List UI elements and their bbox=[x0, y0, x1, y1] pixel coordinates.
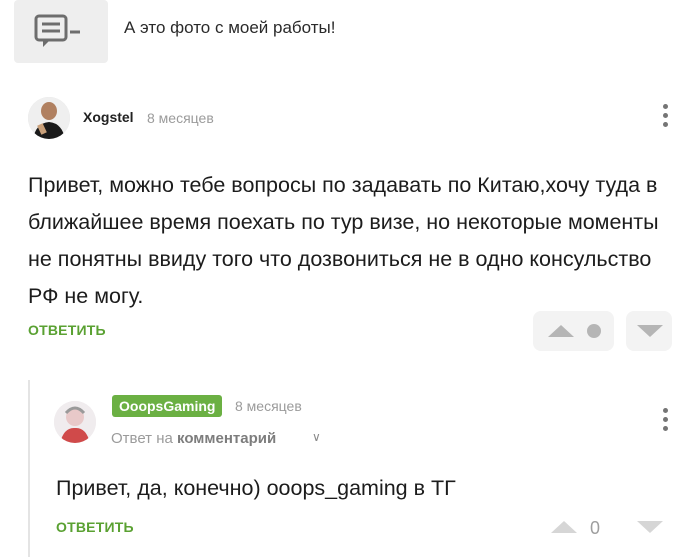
chevron-down-icon[interactable]: ∨ bbox=[312, 430, 321, 444]
user-avatar-image bbox=[28, 97, 70, 139]
author-badge[interactable]: OoopsGaming bbox=[112, 395, 223, 417]
reply-button[interactable]: ОТВЕТИТЬ bbox=[56, 519, 134, 535]
reply-to-prefix: Ответ на bbox=[111, 430, 173, 447]
downvote-icon[interactable] bbox=[637, 325, 663, 337]
comment-text: Привет, можно тебе вопросы по задавать п… bbox=[28, 173, 659, 308]
thread-line[interactable] bbox=[28, 380, 30, 557]
comment-time: 8 месяцев bbox=[147, 110, 214, 126]
rating-hidden-dot-icon bbox=[587, 324, 601, 338]
reply-button[interactable]: ОТВЕТИТЬ bbox=[28, 322, 106, 338]
reply-time: 8 месяцев bbox=[235, 398, 302, 414]
rating-score: 0 bbox=[590, 518, 601, 538]
quoted-post-thumbnail[interactable] bbox=[14, 0, 108, 63]
reply-to-link[interactable]: Ответ на комментарий bbox=[111, 430, 276, 447]
comment-author[interactable]: Xogstel bbox=[83, 109, 134, 125]
avatar[interactable] bbox=[54, 401, 96, 443]
upvote-icon[interactable] bbox=[548, 325, 574, 337]
more-options-icon[interactable] bbox=[660, 104, 670, 132]
avatar[interactable] bbox=[28, 97, 70, 139]
user-avatar-image bbox=[54, 401, 96, 443]
upvote-icon[interactable] bbox=[551, 521, 577, 533]
quoted-post-text[interactable]: А это фото с моей работы! bbox=[124, 18, 335, 38]
comment-lines-icon bbox=[34, 14, 80, 47]
more-options-icon[interactable] bbox=[660, 408, 670, 436]
reply-to-target: комментарий bbox=[177, 430, 277, 447]
downvote-icon[interactable] bbox=[637, 521, 663, 533]
reply-text: Привет, да, конечно) ooops_gaming в ТГ bbox=[56, 476, 456, 500]
